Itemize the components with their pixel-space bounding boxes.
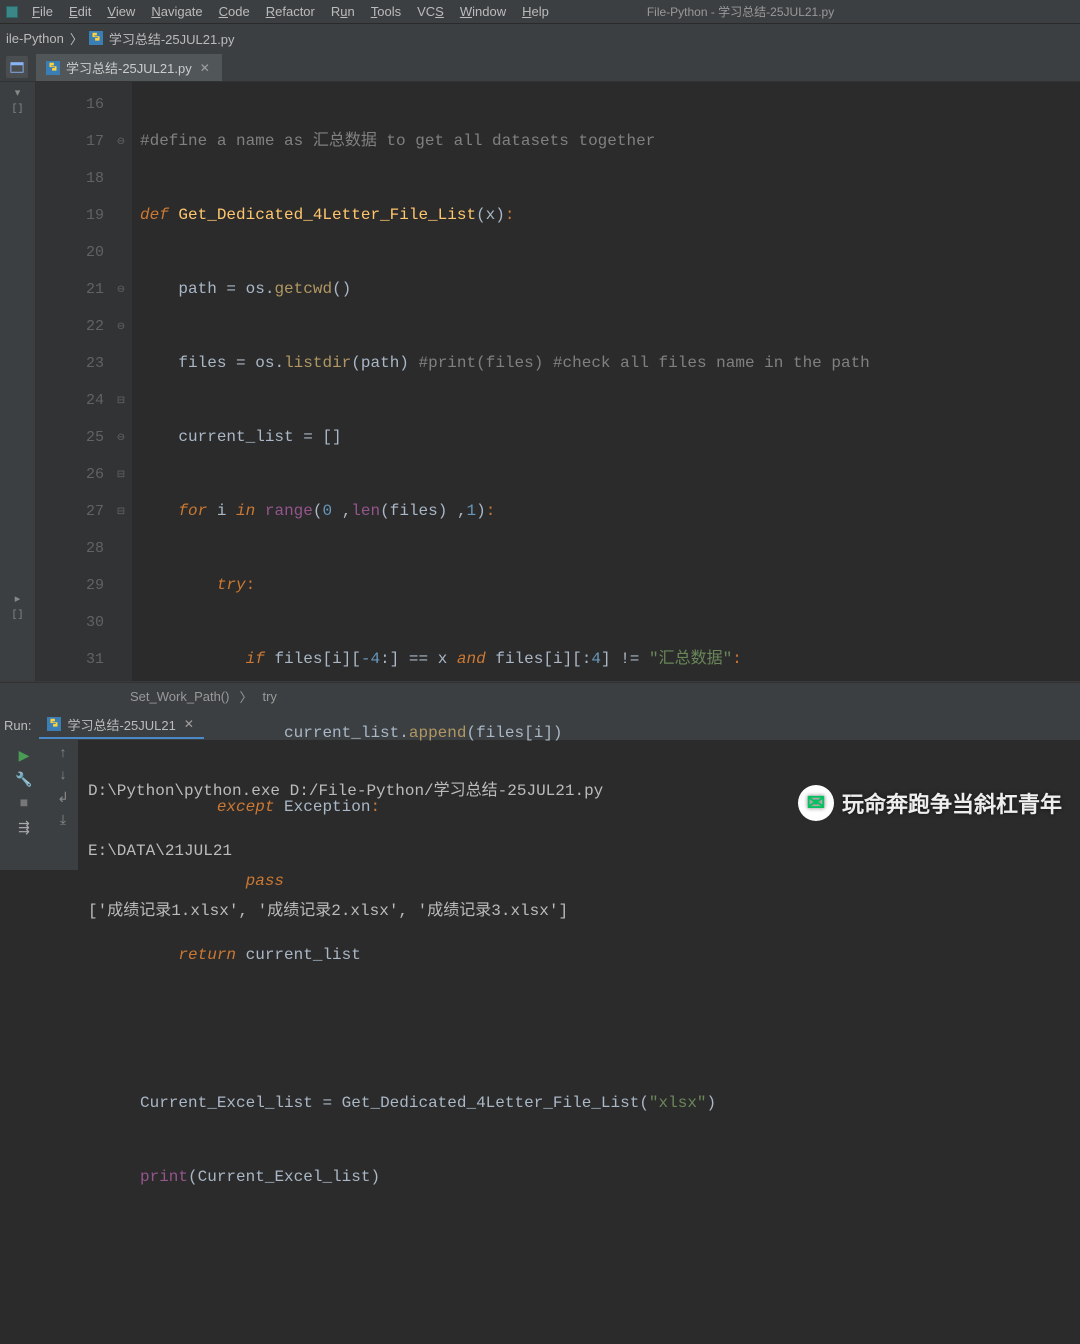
line-number: 28 (36, 530, 104, 567)
line-number: 17 (36, 123, 104, 160)
python-file-icon (47, 717, 61, 731)
menu-view[interactable]: View (99, 4, 143, 19)
line-number: 19 (36, 197, 104, 234)
line-number: 31 (36, 641, 104, 678)
chevron-right-icon: 〉 (70, 29, 83, 48)
menu-run[interactable]: Run (323, 4, 363, 19)
settings-icon[interactable]: 🔧 (14, 770, 34, 790)
fold-end[interactable]: ⊟ (110, 493, 132, 530)
console-toolbar: ↑ ↓ ↲ ⤓ (48, 740, 78, 870)
line-number: 27 (36, 493, 104, 530)
app-icon (6, 6, 18, 18)
stop-icon[interactable]: ■ (14, 794, 34, 814)
down-icon[interactable]: ↓ (59, 768, 67, 784)
fold-end[interactable]: ⊟ (110, 382, 132, 419)
structure-item[interactable]: [] (0, 104, 35, 122)
line-number: 29 (36, 567, 104, 604)
code-comment: #define a name as 汇总数据 to get all datase… (140, 132, 655, 150)
wechat-icon: ✉ (798, 785, 834, 821)
menu-help[interactable]: Help (514, 4, 557, 19)
fold-marker[interactable]: ⊖ (110, 308, 132, 345)
line-number: 23 (36, 345, 104, 382)
line-number: 26 (36, 456, 104, 493)
code-editor[interactable]: #define a name as 汇总数据 to get all datase… (132, 82, 1080, 681)
chevron-right-icon[interactable]: ▸ (0, 592, 35, 610)
line-number: 22 (36, 308, 104, 345)
structure-item[interactable]: [] (0, 610, 35, 628)
line-number: 20 (36, 234, 104, 271)
scroll-icon[interactable]: ⤓ (60, 813, 66, 829)
fold-gutter: ⊖ ⊖ ⊖ ⊟ ⊖ ⊟ ⊟ (110, 82, 132, 681)
python-file-icon (89, 31, 103, 45)
run-label: Run: (4, 718, 31, 733)
close-icon[interactable]: ✕ (198, 61, 212, 75)
run-button[interactable]: ▶ (14, 746, 34, 766)
editor-tab-bar: 学习总结-25JUL21.py ✕ (0, 52, 1080, 82)
fold-end[interactable]: ⊟ (110, 456, 132, 493)
menu-navigate[interactable]: Navigate (143, 4, 210, 19)
line-number: 24 (36, 382, 104, 419)
soft-wrap-icon[interactable]: ↲ (57, 790, 69, 807)
watermark-text: 玩命奔跑争当斜杠青年 (842, 787, 1062, 819)
editor-area: ▾ [] ▸ [] 16 17 18 19 20 21 22 23 24 25 … (0, 82, 1080, 682)
run-toolbar: ▶ 🔧 ■ ⇶ (0, 740, 48, 870)
menu-vcs[interactable]: VCS (409, 4, 452, 19)
structure-gutter: ▾ [] ▸ [] (0, 82, 36, 681)
fold-marker[interactable]: ⊖ (110, 271, 132, 308)
menu-file[interactable]: File (24, 4, 61, 19)
up-icon[interactable]: ↑ (59, 746, 67, 762)
layout-icon[interactable]: ⇶ (14, 818, 34, 838)
fold-marker[interactable]: ⊖ (110, 123, 132, 160)
breadcrumb: ile-Python 〉 学习总结-25JUL21.py (0, 24, 1080, 52)
window-title: File-Python - 学习总结-25JUL21.py (647, 3, 834, 20)
menu-edit[interactable]: Edit (61, 4, 99, 19)
fold-marker[interactable]: ⊖ (110, 419, 132, 456)
line-number: 25 (36, 419, 104, 456)
editor-tab-label: 学习总结-25JUL21.py (66, 58, 192, 77)
menu-code[interactable]: Code (211, 4, 258, 19)
line-number: 16 (36, 86, 104, 123)
menu-refactor[interactable]: Refactor (258, 4, 323, 19)
breadcrumb-file[interactable]: 学习总结-25JUL21.py (109, 29, 235, 48)
line-number: 30 (36, 604, 104, 641)
menu-window[interactable]: Window (452, 4, 514, 19)
menu-bar: File Edit View Navigate Code Refactor Ru… (0, 0, 1080, 24)
menu-tools[interactable]: Tools (363, 4, 409, 19)
chevron-down-icon[interactable]: ▾ (0, 86, 35, 104)
line-number: 18 (36, 160, 104, 197)
python-file-icon (46, 61, 60, 75)
project-view-icon[interactable] (6, 56, 28, 78)
line-number: 21 (36, 271, 104, 308)
console-line: ['成绩记录1.xlsx', '成绩记录2.xlsx', '成绩记录3.xlsx… (88, 896, 1070, 926)
editor-tab[interactable]: 学习总结-25JUL21.py ✕ (36, 54, 223, 81)
watermark: ✉ 玩命奔跑争当斜杠青年 (798, 785, 1062, 821)
breadcrumb-project[interactable]: ile-Python (6, 31, 64, 46)
line-number-gutter: 16 17 18 19 20 21 22 23 24 25 26 27 28 2… (36, 82, 110, 681)
